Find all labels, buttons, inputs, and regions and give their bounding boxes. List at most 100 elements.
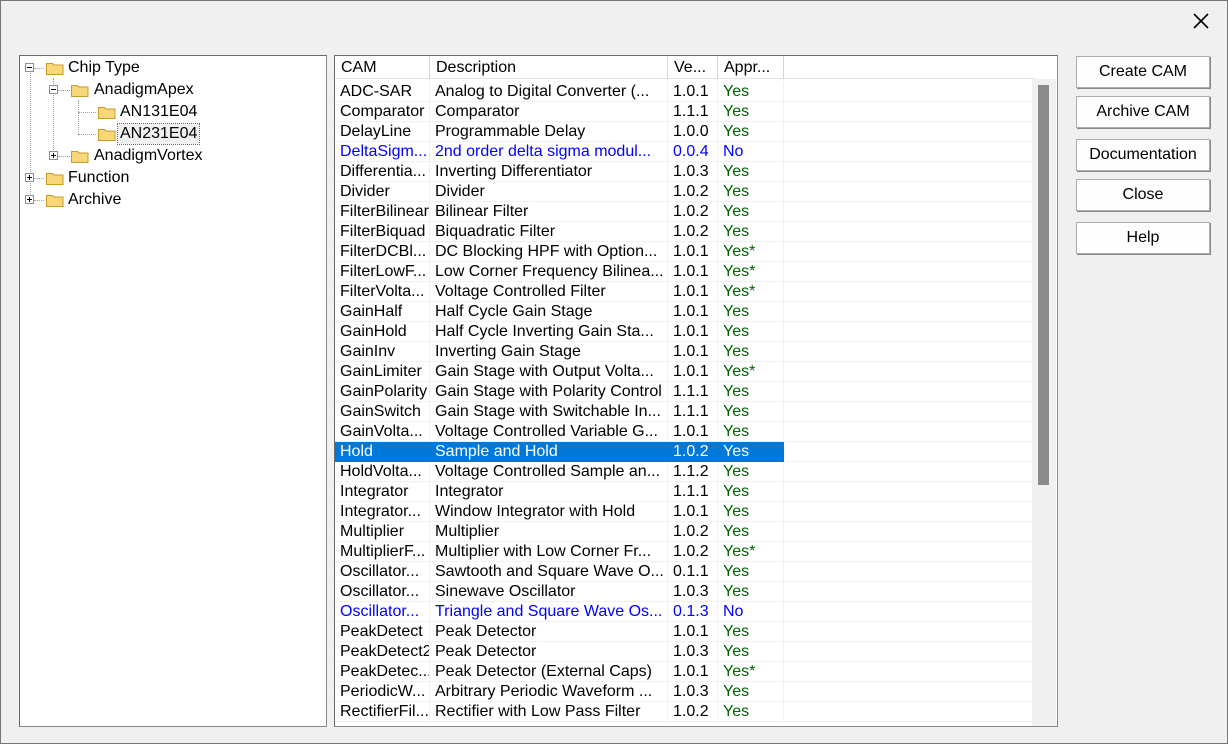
- list-rows: ADC-SAR Analog to Digital Converter (... 1…: [335, 82, 1035, 722]
- tree-node-label: Archive: [68, 191, 122, 208]
- folder-icon: [71, 151, 89, 163]
- cell-approved: No: [718, 142, 784, 162]
- cam-list[interactable]: CAM Description Ve... Appr... ADC-SAR Ana…: [334, 55, 1058, 727]
- expand-icon[interactable]: [25, 173, 34, 182]
- cell-description: DC Blocking HPF with Option...: [430, 242, 668, 262]
- table-row[interactable]: Integrator... Window Integrator with Hold…: [335, 502, 1035, 522]
- table-row[interactable]: GainSwitch Gain Stage with Switchable In.…: [335, 402, 1035, 422]
- cell-approved: Yes*: [718, 542, 784, 562]
- cell-cam: GainInv: [335, 342, 430, 362]
- cell-description: Gain Stage with Polarity Control: [430, 382, 668, 402]
- table-row[interactable]: ADC-SAR Analog to Digital Converter (... 1…: [335, 82, 1035, 102]
- table-row[interactable]: GainVolta... Voltage Controlled Variable …: [335, 422, 1035, 442]
- row-filler: [784, 562, 1035, 582]
- table-row[interactable]: GainLimiter Gain Stage with Output Volta.…: [335, 362, 1035, 382]
- cell-version: 1.0.3: [668, 642, 718, 662]
- tree-node-an131e04[interactable]: AN131E04: [118, 102, 199, 122]
- cell-version: 1.0.1: [668, 262, 718, 282]
- cell-approved: Yes: [718, 622, 784, 642]
- cell-approved: Yes*: [718, 662, 784, 682]
- column-header-approved[interactable]: Appr...: [718, 56, 784, 79]
- cell-version: 1.0.2: [668, 222, 718, 242]
- row-filler: [784, 162, 1035, 182]
- tree-node-anadigmapex[interactable]: AnadigmApex: [92, 80, 196, 100]
- documentation-button[interactable]: Documentation: [1076, 139, 1210, 171]
- table-row[interactable]: HoldVolta... Voltage Controlled Sample an…: [335, 462, 1035, 482]
- row-filler: [784, 282, 1035, 302]
- table-row[interactable]: Comparator Comparator 1.1.1 Yes: [335, 102, 1035, 122]
- cell-version: 0.1.3: [668, 602, 718, 622]
- cell-description: Peak Detector: [430, 642, 668, 662]
- cell-approved: Yes: [718, 162, 784, 182]
- table-row[interactable]: MultiplierF... Multiplier with Low Corner…: [335, 542, 1035, 562]
- table-row[interactable]: RectifierFil... Rectifier with Low Pass F…: [335, 702, 1035, 722]
- tree-node-chip-type[interactable]: Chip Type: [66, 58, 142, 78]
- tree-node-archive[interactable]: Archive: [66, 190, 123, 210]
- cell-description: Arbitrary Periodic Waveform ...: [430, 682, 668, 702]
- vertical-scrollbar[interactable]: [1032, 79, 1056, 726]
- cell-approved: Yes: [718, 422, 784, 442]
- cell-approved: Yes: [718, 222, 784, 242]
- cell-cam: Divider: [335, 182, 430, 202]
- category-tree[interactable]: Chip Type AnadigmApex AN131E04 AN231E04: [19, 55, 327, 727]
- scrollbar-thumb[interactable]: [1038, 85, 1049, 485]
- table-row[interactable]: FilterVolta... Voltage Controlled Filter 1…: [335, 282, 1035, 302]
- cell-version: 1.1.1: [668, 382, 718, 402]
- table-row[interactable]: DelayLine Programmable Delay 1.0.0 Yes: [335, 122, 1035, 142]
- collapse-icon[interactable]: [25, 63, 34, 72]
- table-row[interactable]: FilterBiquad Biquadratic Filter 1.0.2 Yes: [335, 222, 1035, 242]
- row-filler: [784, 682, 1035, 702]
- cell-description: Sample and Hold: [430, 442, 668, 462]
- cell-cam: GainHalf: [335, 302, 430, 322]
- table-row[interactable]: DeltaSigm... 2nd order delta sigma modul.…: [335, 142, 1035, 162]
- cell-cam: Hold: [335, 442, 430, 462]
- cell-description: Half Cycle Gain Stage: [430, 302, 668, 322]
- table-row[interactable]: Oscillator... Sinewave Oscillator 1.0.3 Yes: [335, 582, 1035, 602]
- help-button[interactable]: Help: [1076, 222, 1210, 254]
- create-cam-button[interactable]: Create CAM: [1076, 56, 1210, 88]
- table-row[interactable]: GainInv Inverting Gain Stage 1.0.1 Yes: [335, 342, 1035, 362]
- table-row[interactable]: GainPolarity Gain Stage with Polarity Con…: [335, 382, 1035, 402]
- column-header-description[interactable]: Description: [430, 56, 668, 79]
- table-row[interactable]: FilterLowF... Low Corner Frequency Biline…: [335, 262, 1035, 282]
- column-header-version[interactable]: Ve...: [668, 56, 718, 79]
- cell-description: Analog to Digital Converter (...: [430, 82, 668, 102]
- table-row[interactable]: PeakDetec... Peak Detector (External Caps…: [335, 662, 1035, 682]
- table-row[interactable]: FilterDCBl... DC Blocking HPF with Option…: [335, 242, 1035, 262]
- tree-node-label: Function: [68, 169, 130, 186]
- expand-icon[interactable]: [49, 151, 58, 160]
- row-filler: [784, 122, 1035, 142]
- cell-description: Voltage Controlled Sample an...: [430, 462, 668, 482]
- table-row[interactable]: Differentia... Inverting Differentiator 1.…: [335, 162, 1035, 182]
- table-row[interactable]: Oscillator... Sawtooth and Square Wave O.…: [335, 562, 1035, 582]
- cell-version: 1.0.0: [668, 122, 718, 142]
- table-row[interactable]: GainHold Half Cycle Inverting Gain Sta...…: [335, 322, 1035, 342]
- expand-icon[interactable]: [25, 195, 34, 204]
- close-icon[interactable]: [1189, 9, 1213, 33]
- archive-cam-button[interactable]: Archive CAM: [1076, 96, 1210, 128]
- cell-description: Divider: [430, 182, 668, 202]
- table-row[interactable]: PeriodicW... Arbitrary Periodic Waveform …: [335, 682, 1035, 702]
- cell-cam: ADC-SAR: [335, 82, 430, 102]
- table-row[interactable]: Divider Divider 1.0.2 Yes: [335, 182, 1035, 202]
- tree-node-an231e04[interactable]: AN231E04: [116, 123, 201, 145]
- row-filler: [784, 362, 1035, 382]
- table-row[interactable]: FilterBilinear Bilinear Filter 1.0.2 Yes: [335, 202, 1035, 222]
- tree-node-function[interactable]: Function: [66, 168, 131, 188]
- table-row[interactable]: Hold Sample and Hold 1.0.2 Yes: [335, 442, 1035, 462]
- table-row[interactable]: Oscillator... Triangle and Square Wave Os…: [335, 602, 1035, 622]
- cell-approved: Yes*: [718, 282, 784, 302]
- collapse-icon[interactable]: [49, 85, 58, 94]
- table-row[interactable]: Multiplier Multiplier 1.0.2 Yes: [335, 522, 1035, 542]
- column-header-cam[interactable]: CAM: [335, 56, 430, 79]
- row-filler: [784, 182, 1035, 202]
- tree-node-anadigmvortex[interactable]: AnadigmVortex: [92, 146, 205, 166]
- table-row[interactable]: PeakDetect2 Peak Detector 1.0.3 Yes: [335, 642, 1035, 662]
- table-row[interactable]: Integrator Integrator 1.1.1 Yes: [335, 482, 1035, 502]
- close-button[interactable]: Close: [1076, 179, 1210, 211]
- table-row[interactable]: GainHalf Half Cycle Gain Stage 1.0.1 Yes: [335, 302, 1035, 322]
- cell-cam: Oscillator...: [335, 602, 430, 622]
- folder-icon: [98, 107, 116, 119]
- table-row[interactable]: PeakDetect Peak Detector 1.0.1 Yes: [335, 622, 1035, 642]
- row-filler: [784, 382, 1035, 402]
